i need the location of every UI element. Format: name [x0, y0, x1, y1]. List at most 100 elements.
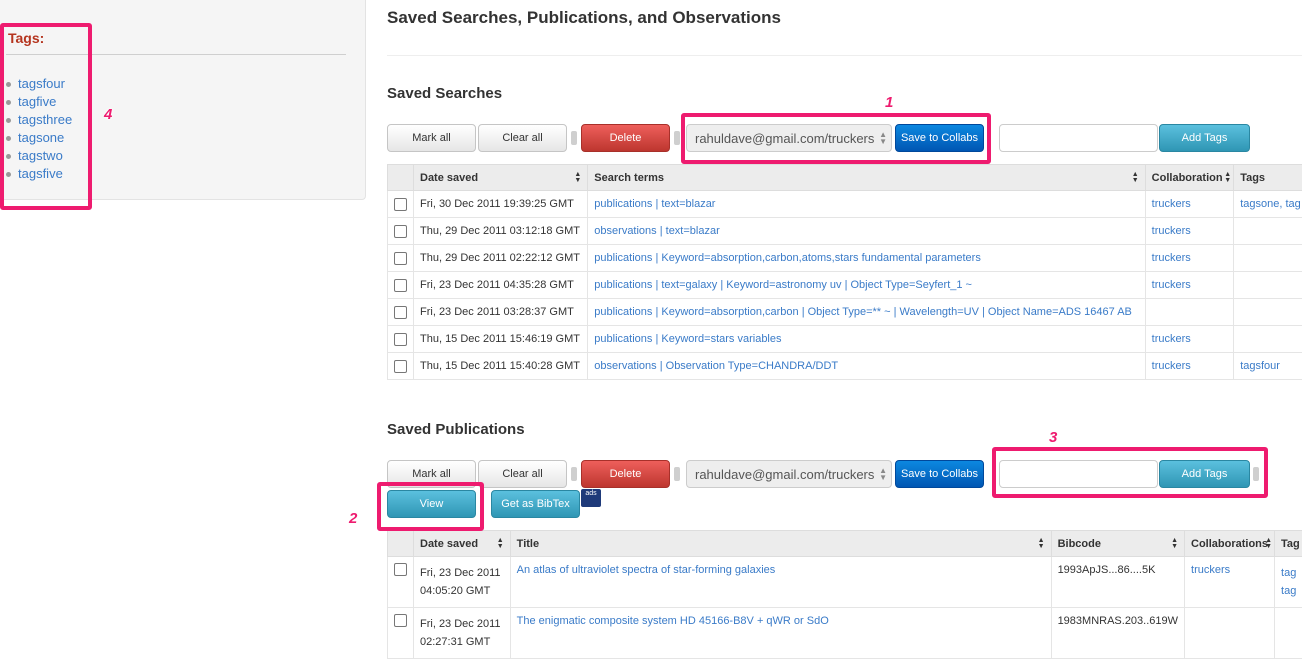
row-checkbox-cell [388, 299, 414, 326]
row-checkbox[interactable] [394, 252, 407, 265]
column-header-title[interactable]: Title▲▼ [510, 531, 1051, 557]
date-cell: Fri, 23 Dec 2011 03:28:37 GMT [414, 299, 588, 326]
saved-publications-title: Saved Publications [387, 421, 525, 438]
title-cell: An atlas of ultraviolet spectra of star-… [510, 557, 1051, 608]
collab-link[interactable]: truckers [1152, 198, 1191, 210]
search-terms-link[interactable]: publications | Keyword=absorption,carbon… [594, 252, 981, 264]
collab-link[interactable]: truckers [1152, 225, 1191, 237]
title-link[interactable]: An atlas of ultraviolet spectra of star-… [517, 564, 776, 576]
row-checkbox-cell [388, 326, 414, 353]
date-cell: Thu, 15 Dec 2011 15:40:28 GMT [414, 353, 588, 380]
searches-tag-input[interactable] [999, 124, 1158, 152]
title-link[interactable]: The enigmatic composite system HD 45166-… [517, 615, 829, 627]
tags-link[interactable]: tag [1281, 567, 1296, 579]
table-row: Fri, 23 Dec 201104:05:20 GMT An atlas of… [388, 557, 1302, 608]
row-checkbox[interactable] [394, 306, 407, 319]
ads-icon-label: ads [585, 490, 596, 497]
date-line: Fri, 23 Dec 2011 [420, 618, 501, 630]
column-header-label: Date saved [420, 172, 478, 184]
search-terms-link[interactable]: publications | text=galaxy | Keyword=ast… [594, 279, 972, 291]
collab-cell: truckers [1145, 218, 1234, 245]
column-header-tags[interactable]: Tags [1234, 165, 1302, 191]
saved-searches-table: Date saved▲▼ Search terms▲▼ Collaboratio… [387, 164, 1302, 380]
row-checkbox-cell [388, 272, 414, 299]
row-checkbox-cell [388, 245, 414, 272]
select-arrows-icon: ▲▼ [879, 467, 887, 481]
row-checkbox[interactable] [394, 563, 407, 576]
search-terms-link[interactable]: observations | Observation Type=CHANDRA/… [594, 360, 838, 372]
date-cell: Thu, 29 Dec 2011 02:22:12 GMT [414, 245, 588, 272]
date-cell: Thu, 29 Dec 2011 03:12:18 GMT [414, 218, 588, 245]
table-row: Thu, 15 Dec 2011 15:46:19 GMT publicatio… [388, 326, 1302, 353]
collab-link[interactable]: truckers [1191, 564, 1230, 576]
search-terms-cell: observations | text=blazar [588, 218, 1145, 245]
row-checkbox[interactable] [394, 360, 407, 373]
publications-collab-select[interactable]: rahuldave@gmail.com/truckers ▲▼ [686, 460, 892, 488]
tags-cell: tag tag [1275, 557, 1302, 608]
collab-link[interactable]: truckers [1152, 252, 1191, 264]
tags-cell [1234, 299, 1302, 326]
search-terms-link[interactable]: publications | Keyword=absorption,carbon… [594, 306, 1132, 318]
collab-link[interactable]: truckers [1152, 279, 1191, 291]
search-terms-link[interactable]: observations | text=blazar [594, 225, 719, 237]
date-cell: Fri, 23 Dec 2011 02:27:31 GMT [414, 608, 511, 659]
get-bibtex-button[interactable]: Get as BibTex [491, 490, 580, 518]
tags-cell [1234, 245, 1302, 272]
row-checkbox[interactable] [394, 614, 407, 627]
collab-link[interactable]: truckers [1152, 360, 1191, 372]
collab-cell: truckers [1145, 272, 1234, 299]
searches-mark-all-button[interactable]: Mark all [387, 124, 476, 152]
row-checkbox[interactable] [394, 279, 407, 292]
date-cell: Thu, 15 Dec 2011 15:46:19 GMT [414, 326, 588, 353]
annotation-box-3 [992, 447, 1268, 498]
column-header-tags[interactable]: Tag [1275, 531, 1302, 557]
column-header-collaboration[interactable]: Collaboration▲▼ [1145, 165, 1234, 191]
row-checkbox-cell [388, 191, 414, 218]
tags-link[interactable]: tagsfour [1240, 360, 1280, 372]
row-checkbox-cell [388, 557, 414, 608]
date-cell: Fri, 23 Dec 2011 04:35:28 GMT [414, 272, 588, 299]
collab-link[interactable]: truckers [1152, 333, 1191, 345]
annotation-number-1: 1 [885, 94, 893, 111]
time-line: 02:27:31 GMT [420, 636, 490, 648]
table-row: Fri, 23 Dec 2011 03:28:37 GMT publicatio… [388, 299, 1302, 326]
table-row: Fri, 30 Dec 2011 19:39:25 GMT publicatio… [388, 191, 1302, 218]
collab-cell: truckers [1185, 557, 1275, 608]
tags-link[interactable]: tag [1281, 585, 1296, 597]
search-terms-cell: publications | Keyword=absorption,carbon… [588, 245, 1145, 272]
column-header-search-terms[interactable]: Search terms▲▼ [588, 165, 1145, 191]
annotation-number-4: 4 [104, 106, 112, 123]
publications-save-to-collabs-button[interactable]: Save to Collabs [895, 460, 984, 488]
sort-icon: ▲▼ [1265, 538, 1272, 550]
tags-cell [1275, 608, 1302, 659]
searches-add-tags-button[interactable]: Add Tags [1159, 124, 1250, 152]
bibcode-cell: 1993ApJS...86....5K [1051, 557, 1184, 608]
saved-searches-title: Saved Searches [387, 85, 502, 102]
tags-cell [1234, 326, 1302, 353]
search-terms-cell: publications | Keyword=absorption,carbon… [588, 299, 1145, 326]
searches-delete-button[interactable]: Delete [581, 124, 670, 152]
tags-link[interactable]: tagsone, tag [1240, 198, 1301, 210]
row-checkbox-cell [388, 218, 414, 245]
search-terms-link[interactable]: publications | text=blazar [594, 198, 715, 210]
title-cell: The enigmatic composite system HD 45166-… [510, 608, 1051, 659]
column-header-date[interactable]: Date saved▲▼ [414, 165, 588, 191]
time-line: 04:05:20 GMT [420, 585, 490, 597]
column-header-bibcode[interactable]: Bibcode▲▼ [1051, 531, 1184, 557]
annotation-number-2: 2 [349, 510, 357, 527]
row-checkbox[interactable] [394, 225, 407, 238]
collab-cell [1145, 299, 1234, 326]
searches-clear-all-button[interactable]: Clear all [478, 124, 567, 152]
table-row: Fri, 23 Dec 2011 02:27:31 GMT The enigmat… [388, 608, 1302, 659]
row-checkbox[interactable] [394, 198, 407, 211]
row-checkbox[interactable] [394, 333, 407, 346]
publications-clear-all-button[interactable]: Clear all [478, 460, 567, 488]
column-header-date[interactable]: Date saved▲▼ [414, 531, 511, 557]
column-header-collaborations[interactable]: Collaborations▲▼ [1185, 531, 1275, 557]
publications-delete-button[interactable]: Delete [581, 460, 670, 488]
table-row: Thu, 15 Dec 2011 15:40:28 GMT observatio… [388, 353, 1302, 380]
sort-icon: ▲▼ [1171, 538, 1178, 550]
search-terms-link[interactable]: publications | Keyword=stars variables [594, 333, 781, 345]
select-column-header [388, 531, 414, 557]
ads-icon[interactable]: ads [581, 489, 601, 507]
